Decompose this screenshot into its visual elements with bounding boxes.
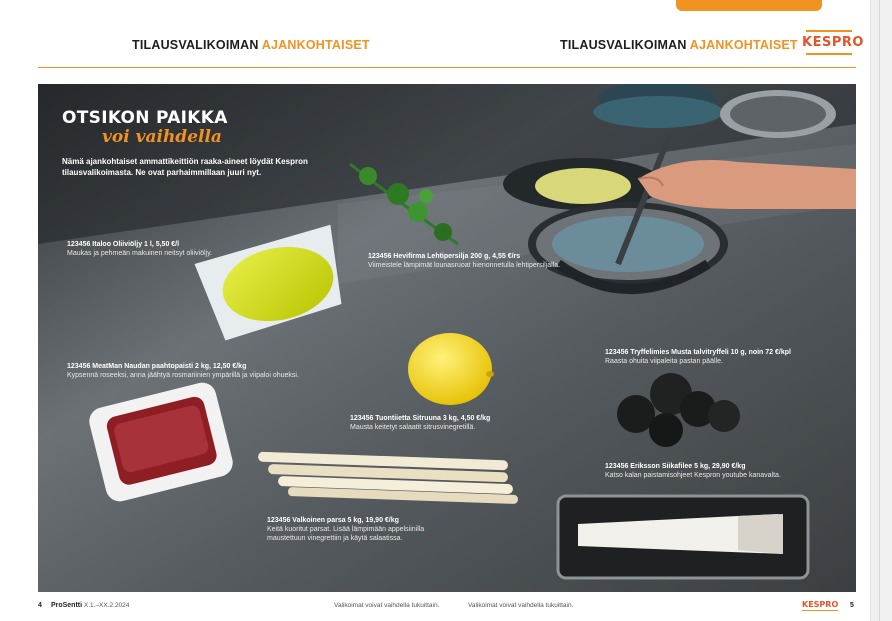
header-title-accent: AJANKOHTAISET (261, 38, 370, 52)
kespro-logo-text: KESPRO (802, 35, 864, 50)
product-label-whitefish: 123456 Eriksson Siikafilee 5 kg, 29,90 €… (605, 462, 845, 480)
issue-date: X.1.–XX.2.2024 (83, 602, 130, 609)
header-title-part: TILAUSVALIKOIMAN (560, 38, 687, 52)
product-label-olive-oil: 123456 Italoo Oliiviöljy 1 l, 5,50 €/l M… (67, 240, 267, 258)
product-description: Keitä kuoritut parsat. Lisää lämpimään a… (267, 526, 425, 542)
product-description: Kypsennä roseeksi, anna jäähtyä rosmarii… (67, 372, 299, 379)
product-title: 123456 Eriksson Siikafilee 5 kg, 29,90 €… (605, 463, 746, 470)
product-label-truffle: 123456 Tryffelimies Musta talvitryffeli … (605, 348, 845, 366)
page-number-left: 4 (38, 602, 42, 609)
header-title-part: TILAUSVALIKOIMAN (132, 38, 259, 52)
header-divider (38, 67, 856, 68)
product-label-parsley: 123456 Hevifirma Lehtipersilja 200 g, 4,… (368, 252, 568, 270)
footer-kespro-logo: KESPRO (802, 600, 839, 611)
mash-plate (503, 158, 663, 210)
hero-photo: OTSIKON PAIKKA voi vaihdella Nämä ajanko… (38, 84, 856, 592)
product-description: Mausta keitetyt salaatit sitrusvinegreti… (350, 424, 476, 431)
hero-headline: OTSIKON PAIKKA (62, 108, 228, 128)
product-label-asparagus: 123456 Valkoinen parsa 5 kg, 19,90 €/kg … (267, 516, 447, 543)
product-description: Katso kalan paistamisohjeet Kespron yout… (605, 472, 781, 479)
magazine-name: ProSentti (50, 602, 83, 609)
footer-disclaimer-right: Valikoimat voivat vaihdella tukuittain. (468, 602, 574, 609)
product-label-lemon: 123456 Tuontiietta Sitruuna 3 kg, 4,50 €… (350, 414, 550, 432)
footer-left: 4 ProSentti X.1.–XX.2.2024 (38, 602, 129, 609)
kespro-logo: KESPRO (802, 30, 864, 55)
white-asparagus (258, 451, 518, 504)
hero-intro: Nämä ajankohtaiset ammattikeittiön raaka… (62, 157, 308, 177)
product-title: 123456 Italoo Oliiviöljy 1 l, 5,50 €/l (67, 241, 180, 248)
orange-tab (676, 0, 822, 11)
magazine-spread: TILAUSVALIKOIMAN AJANKOHTAISET TILAUSVAL… (0, 0, 892, 621)
hero-subline: voi vaihdella (102, 127, 222, 147)
product-description: Viimeistele lämpimät lounasruoat hienonn… (368, 262, 561, 269)
product-label-beef: 123456 MeatMan Naudan paahtopaisti 2 kg,… (67, 362, 357, 380)
product-title: 123456 Hevifirma Lehtipersilja 200 g, 4,… (368, 253, 521, 260)
product-description: Raasta ohuita viipaleita pastan päälle. (605, 358, 723, 365)
page-number-right: 5 (850, 602, 854, 609)
page-gutter (870, 0, 892, 621)
product-title: 123456 MeatMan Naudan paahtopaisti 2 kg,… (67, 363, 247, 370)
footer-disclaimer-left: Valikoimat voivat vaihdella tukuittain. (334, 602, 440, 609)
right-page-header: TILAUSVALIKOIMAN AJANKOHTAISET (560, 38, 798, 52)
header-title-accent: AJANKOHTAISET (689, 38, 798, 52)
product-title: 123456 Valkoinen parsa 5 kg, 19,90 €/kg (267, 517, 399, 524)
left-page-header: TILAUSVALIKOIMAN AJANKOHTAISET (132, 38, 370, 52)
footer-logo-text: KESPRO (802, 600, 839, 609)
product-title: 123456 Tuontiietta Sitruuna 3 kg, 4,50 €… (350, 415, 491, 422)
fish-tray (556, 494, 810, 580)
product-description: Maukas ja pehmeän makuinen neitsyt oliiv… (67, 250, 212, 257)
product-title: 123456 Tryffelimies Musta talvitryffeli … (605, 349, 791, 356)
